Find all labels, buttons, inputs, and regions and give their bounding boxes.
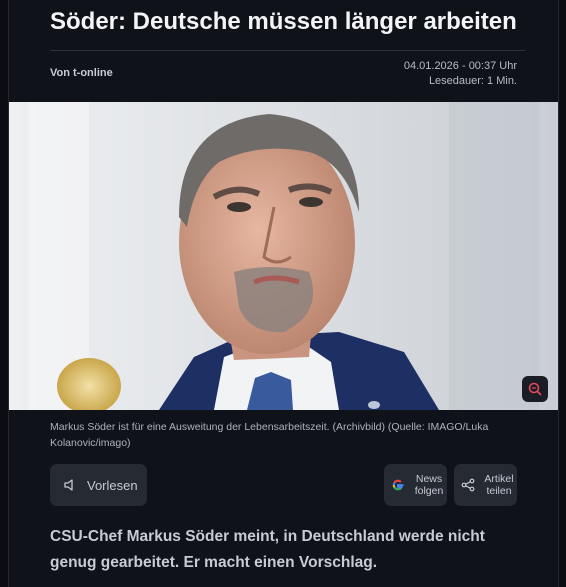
read-aloud-button[interactable]: Vorlesen — [50, 464, 147, 506]
article-title: Söder: Deutsche müssen länger arbeiten — [50, 8, 517, 35]
divider — [50, 50, 525, 51]
zoom-button[interactable] — [522, 376, 548, 402]
share-article-button[interactable]: Artikel teilen — [454, 464, 517, 506]
article-author[interactable]: Von t-online — [50, 67, 113, 79]
news-follow-label: News folgen — [411, 473, 447, 497]
image-caption: Markus Söder ist für eine Ausweitung der… — [50, 421, 489, 449]
speaker-icon — [63, 478, 77, 492]
article-lead: CSU-Chef Markus Söder meint, in Deutschl… — [50, 528, 485, 571]
news-follow-line2: folgen — [414, 485, 444, 497]
share-article-label: Artikel teilen — [481, 473, 517, 497]
share-line1: Artikel — [484, 473, 514, 485]
read-aloud-label: Vorlesen — [87, 477, 138, 493]
article-date: 04.01.2026 - 00:37 Uhr — [403, 60, 517, 72]
portrait-image — [9, 102, 558, 410]
share-line2: teilen — [486, 485, 512, 497]
news-follow-button[interactable]: News folgen — [384, 464, 447, 506]
google-icon — [391, 478, 405, 492]
share-icon — [461, 478, 475, 492]
article-photo[interactable] — [9, 102, 558, 410]
zoom-icon — [528, 382, 542, 396]
reading-time: Lesedauer: 1 Min. — [428, 75, 517, 87]
article-meta: 04.01.2026 - 00:37 Uhr Lesedauer: 1 Min. — [404, 59, 517, 89]
news-follow-line1: News — [415, 473, 443, 485]
article-container: Söder: Deutsche müssen länger arbeiten V… — [8, 0, 559, 587]
